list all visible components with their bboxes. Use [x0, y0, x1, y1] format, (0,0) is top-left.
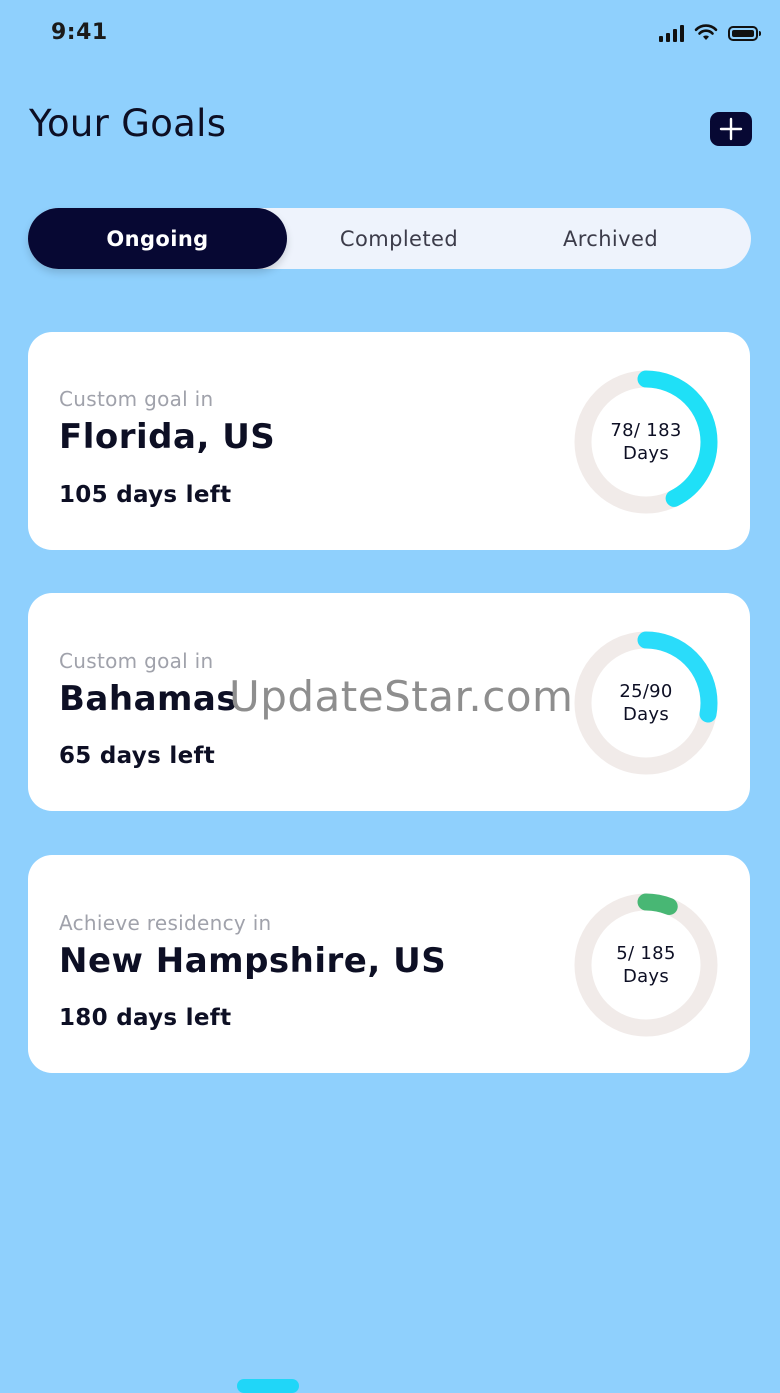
watermark-text: UpdateStar.com [229, 672, 574, 721]
progress-label: 25/90 Days [573, 630, 719, 776]
goal-type-label: Custom goal in [59, 649, 214, 673]
progress-count: 5/ 185 [616, 943, 676, 964]
tab-ongoing[interactable]: Ongoing [28, 208, 287, 269]
page-title: Your Goals [29, 102, 227, 145]
progress-label: 5/ 185 Days [573, 892, 719, 1038]
plus-icon [719, 117, 743, 141]
tab-completed[interactable]: Completed [308, 208, 490, 269]
cellular-signal-icon [659, 24, 684, 42]
days-left: 65 days left [59, 743, 216, 769]
days-left: 180 days left [59, 1005, 232, 1031]
battery-icon [728, 25, 761, 41]
goal-type-label: Custom goal in [59, 387, 214, 411]
home-indicator [237, 1379, 299, 1393]
add-goal-button[interactable] [710, 112, 752, 146]
goal-location: Bahamas [59, 679, 238, 719]
goal-filter-tabs: Ongoing Completed Archived [28, 208, 751, 269]
progress-unit: Days [622, 704, 670, 725]
progress-unit: Days [622, 443, 670, 464]
tab-archived[interactable]: Archived [528, 208, 693, 269]
progress-label: 78/ 183 Days [573, 369, 719, 515]
status-bar: 9:41 [0, 0, 780, 70]
days-left: 105 days left [59, 482, 232, 508]
progress-count: 78/ 183 [610, 420, 682, 441]
goal-card[interactable]: Achieve residency in New Hampshire, US 1… [28, 855, 750, 1073]
wifi-icon [694, 24, 718, 40]
progress-count: 25/90 [619, 681, 673, 702]
status-time: 9:41 [51, 20, 108, 45]
status-icons [659, 24, 761, 42]
progress-unit: Days [622, 966, 670, 987]
goal-card[interactable]: Custom goal in Florida, US 105 days left… [28, 332, 750, 550]
goal-location: New Hampshire, US [59, 941, 447, 981]
goal-location: Florida, US [59, 417, 276, 457]
goal-type-label: Achieve residency in [59, 911, 272, 935]
